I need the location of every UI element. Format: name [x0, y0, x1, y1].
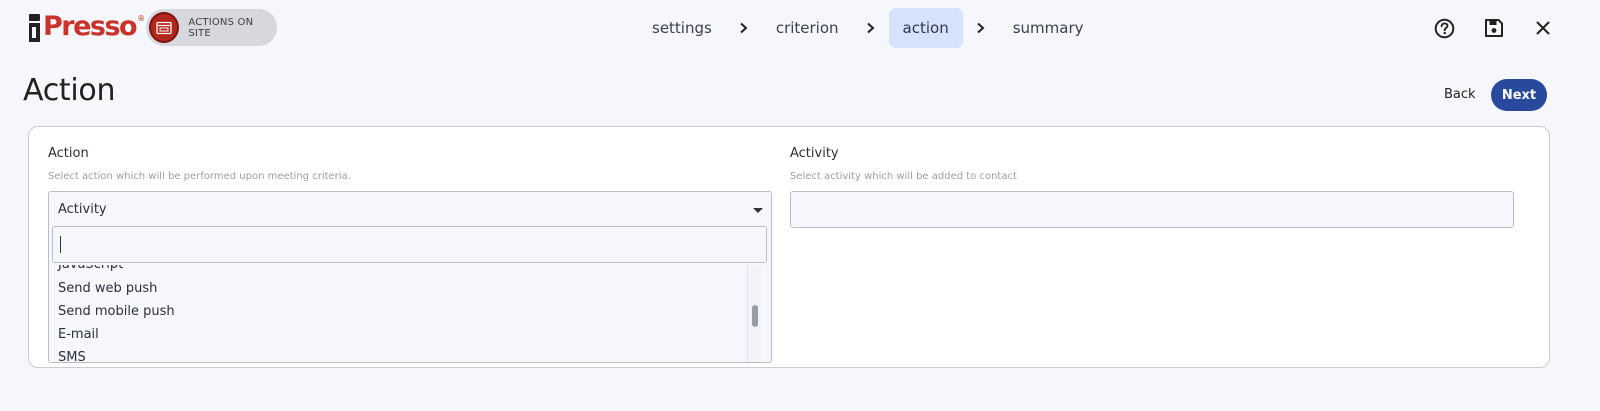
options-scrollbar[interactable]	[747, 265, 761, 362]
step-summary[interactable]: summary	[999, 8, 1098, 48]
action-field-label: Action	[48, 146, 89, 161]
close-icon[interactable]	[1532, 17, 1554, 39]
step-settings[interactable]: settings	[638, 8, 726, 48]
ipresso-logo[interactable]: Presso ®	[28, 8, 145, 44]
action-field-help: Select action which will be performed up…	[48, 171, 351, 182]
next-button[interactable]: Next	[1491, 79, 1547, 111]
help-icon[interactable]	[1433, 17, 1455, 39]
page-title: Action	[23, 73, 116, 108]
chevron-right-icon	[963, 8, 999, 48]
chevron-right-icon	[726, 8, 762, 48]
option-sms[interactable]: SMS	[58, 346, 86, 362]
activity-field-help: Select activity which will be added to c…	[790, 171, 1017, 182]
header: Presso ® ACTIONS ON SITE settings criter…	[0, 0, 1600, 56]
back-button[interactable]: Back	[1432, 80, 1488, 110]
option-email[interactable]: E-mail	[58, 323, 99, 346]
badge-label: ACTIONS ON SITE	[188, 16, 254, 39]
chevron-right-icon	[853, 8, 889, 48]
logo-registered-mark: ®	[137, 14, 146, 23]
option-javascript[interactable]: JavaScript	[58, 265, 123, 276]
action-select-value: Activity	[58, 202, 107, 217]
caret-down-icon[interactable]	[753, 208, 763, 213]
scrollbar-thumb[interactable]	[752, 305, 758, 327]
activity-select[interactable]	[790, 191, 1514, 228]
wizard-steps: settings criterion action summary	[638, 8, 1098, 48]
logo-text: Presso	[43, 10, 138, 42]
action-select[interactable]: Activity JavaScript Send web push Send m…	[48, 191, 772, 363]
option-send-web-push[interactable]: Send web push	[58, 277, 157, 300]
activity-field-label: Activity	[790, 146, 839, 161]
step-action[interactable]: action	[888, 8, 963, 48]
option-send-mobile-push[interactable]: Send mobile push	[58, 300, 175, 323]
logo-i-icon	[28, 14, 42, 42]
action-search-input[interactable]	[52, 226, 767, 263]
actions-on-site-badge: ACTIONS ON SITE	[146, 9, 277, 46]
action-options-list[interactable]: JavaScript Send web push Send mobile pus…	[50, 265, 770, 362]
text-cursor	[60, 236, 61, 253]
step-criterion[interactable]: criterion	[762, 8, 853, 48]
save-icon[interactable]	[1483, 17, 1505, 39]
browser-window-icon	[149, 12, 180, 43]
action-form-card: Action Select action which will be perfo…	[28, 126, 1550, 368]
